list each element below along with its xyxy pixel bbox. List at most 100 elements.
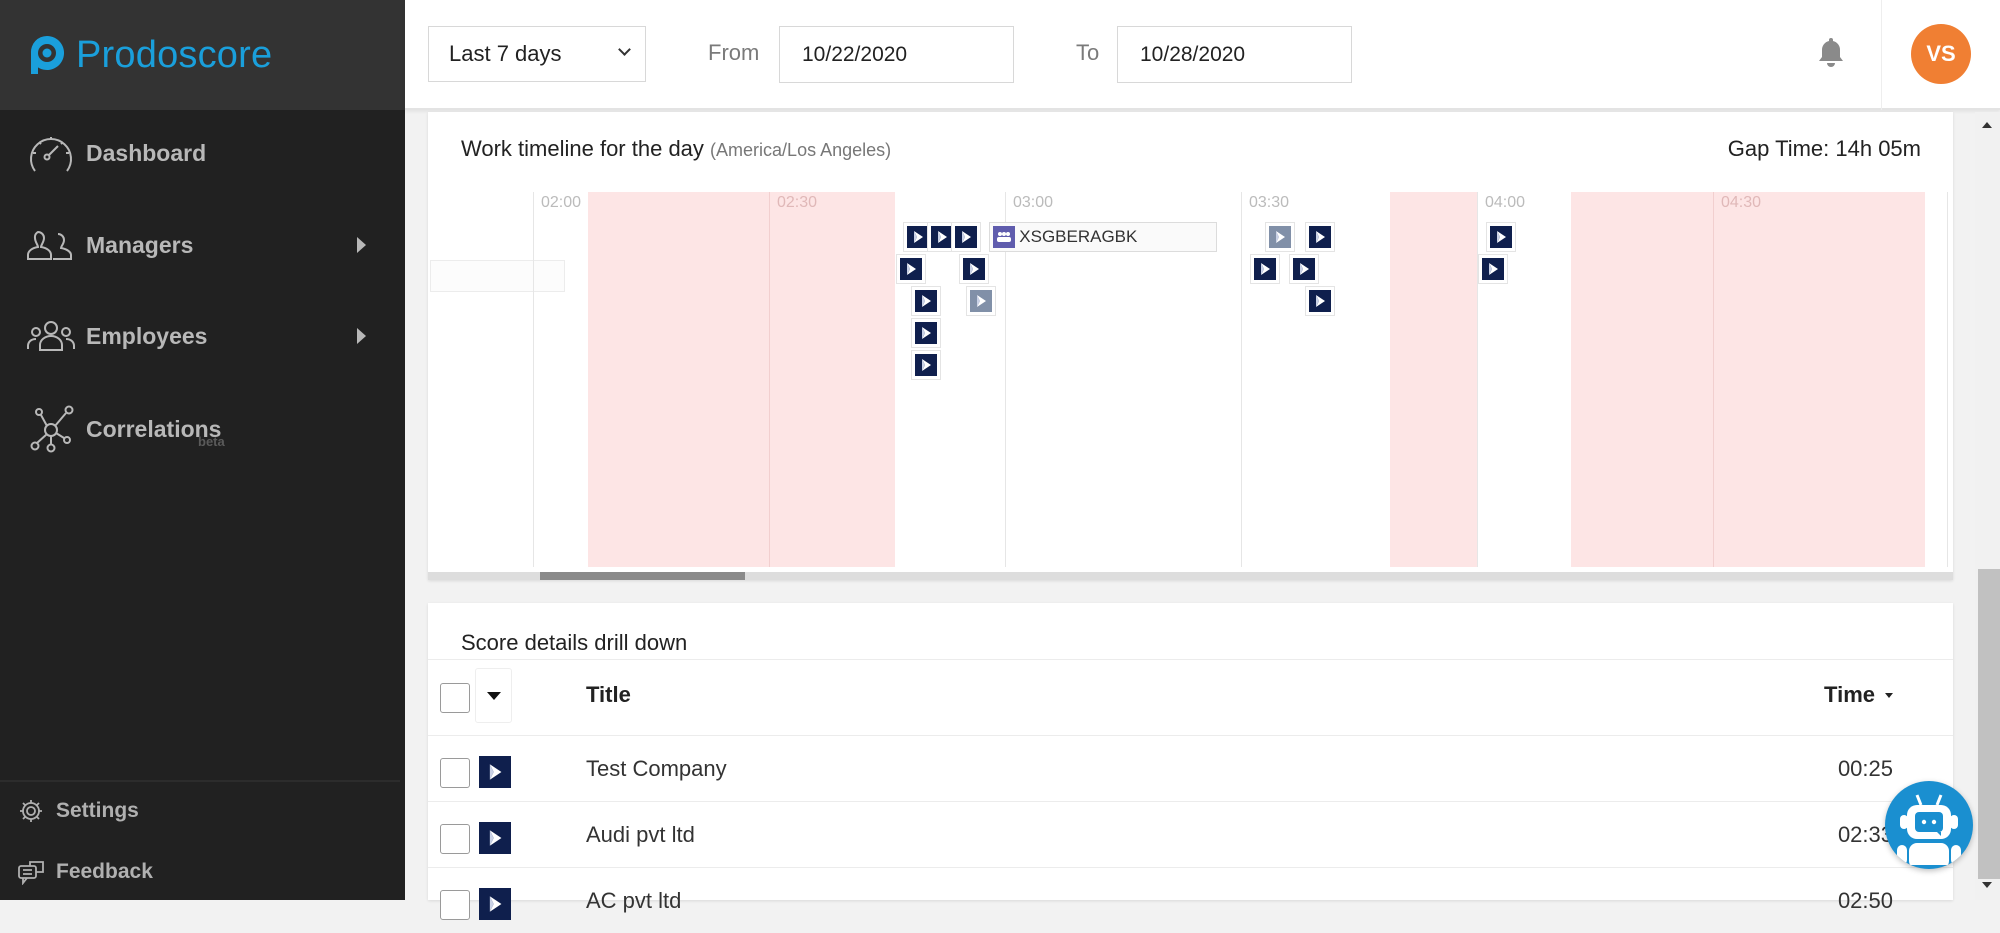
timeline-event[interactable] xyxy=(1249,254,1280,284)
date-range-select[interactable]: Last 7 days xyxy=(428,26,646,82)
to-label: To xyxy=(1076,40,1100,65)
dynamics-icon xyxy=(479,888,511,920)
score-details-card: Score details drill down Title Time Test… xyxy=(428,603,1953,920)
page-scroll-thumb[interactable] xyxy=(1978,569,2000,879)
timeline-event[interactable] xyxy=(1304,222,1335,252)
timeline-event[interactable] xyxy=(1265,222,1296,252)
brand-name: Prodoscore xyxy=(76,33,273,76)
sort-caret-icon xyxy=(1885,692,1893,698)
row-title: Test Company xyxy=(586,756,727,781)
date-range-value: Last 7 days xyxy=(449,41,562,66)
timezone-label: (America/Los Angeles) xyxy=(710,140,892,160)
sidebar-item-label: Feedback xyxy=(56,860,153,883)
dynamics-icon xyxy=(962,258,985,280)
sidebar-item-label: Dashboard xyxy=(86,139,207,166)
to-date-input[interactable] xyxy=(1117,26,1352,83)
timeline-event[interactable] xyxy=(1477,254,1508,284)
beta-badge: beta xyxy=(198,434,225,449)
table-row[interactable]: AC pvt ltd 02:50 xyxy=(428,867,1953,933)
timeline-gridline xyxy=(1713,192,1714,567)
timeline-meeting-label: XSGBERAGBK xyxy=(1019,227,1138,246)
timeline-title-text: Work timeline for the day xyxy=(461,136,704,161)
row-checkbox[interactable] xyxy=(440,758,470,788)
timeline-horizontal-scrollbar[interactable] xyxy=(428,572,1953,580)
score-details-title: Score details drill down xyxy=(461,630,688,655)
header-divider xyxy=(1881,0,1882,110)
from-date-input[interactable] xyxy=(779,26,1014,83)
timeline-event[interactable] xyxy=(895,254,926,284)
timeline-event[interactable] xyxy=(950,222,981,252)
sidebar-item-settings[interactable]: Settings xyxy=(16,796,139,826)
timeline-tick-label: 02:00 xyxy=(541,194,582,211)
row-checkbox[interactable] xyxy=(440,890,470,920)
dynamics-icon xyxy=(899,258,922,280)
chatbot-button[interactable] xyxy=(1885,781,1973,869)
dynamics-icon xyxy=(954,226,977,248)
sidebar-item-label: Employees xyxy=(86,322,208,349)
scroll-down-arrow-icon[interactable] xyxy=(1982,882,1992,888)
sidebar-item-feedback[interactable]: Feedback xyxy=(16,857,153,887)
speedometer-icon xyxy=(26,128,76,178)
sidebar-item-label: Settings xyxy=(56,799,139,822)
brand[interactable]: Prodoscore xyxy=(0,0,405,110)
table-row[interactable]: Audi pvt ltd 02:33 xyxy=(428,801,1953,867)
chat-bubbles-icon xyxy=(16,857,46,887)
timeline-event[interactable] xyxy=(1304,286,1335,316)
user-avatar[interactable]: VS xyxy=(1911,24,1971,84)
dynamics-icon xyxy=(915,322,938,344)
timeline-meeting-event[interactable]: XSGBERAGBK xyxy=(989,222,1218,252)
timeline-area[interactable]: 02:00 02:30 03:00 03:30 04:00 04:30 XSGBERAGBK xyxy=(428,192,1953,572)
sidebar-item-correlations[interactable]: Correlations beta xyxy=(26,404,366,454)
timeline-title: Work timeline for the day (America/Los A… xyxy=(461,136,891,162)
timeline-right-boundary xyxy=(1947,192,1948,567)
dynamics-icon xyxy=(1308,226,1331,248)
column-header-title[interactable]: Title xyxy=(586,682,631,708)
timeline-event[interactable] xyxy=(1288,254,1319,284)
row-title: Audi pvt ltd xyxy=(586,822,695,847)
timeline-event[interactable] xyxy=(1485,222,1516,252)
dynamics-icon xyxy=(1489,226,1512,248)
row-time: 02:50 xyxy=(1837,888,1893,913)
sidebar-item-managers[interactable]: Managers xyxy=(26,220,366,270)
timeline-tick-label: 04:00 xyxy=(1485,194,1526,211)
timeline-scroll-thumb[interactable] xyxy=(540,572,745,580)
bulk-select-dropdown[interactable] xyxy=(475,668,512,723)
timeline-tick-label: 03:00 xyxy=(1013,194,1054,211)
timeline-gridline xyxy=(1241,192,1242,567)
timeline-row-label-stub xyxy=(430,260,565,292)
timeline-event[interactable] xyxy=(911,350,942,380)
sidebar-item-employees[interactable]: Employees xyxy=(26,311,366,361)
gap-region xyxy=(1390,192,1477,567)
dynamics-icon xyxy=(479,822,511,854)
row-checkbox[interactable] xyxy=(440,824,470,854)
dynamics-icon xyxy=(1308,290,1331,312)
dynamics-icon xyxy=(479,756,511,788)
dynamics-icon xyxy=(915,354,938,376)
gap-region xyxy=(588,192,895,567)
table-header-row: Title Time xyxy=(428,659,1953,735)
column-header-time[interactable]: Time xyxy=(1824,682,1893,708)
gear-icon xyxy=(16,796,46,826)
scroll-up-arrow-icon[interactable] xyxy=(1982,122,1992,128)
table-row[interactable]: Test Company 00:25 xyxy=(428,735,1953,801)
page-vertical-scrollbar[interactable] xyxy=(1975,112,2000,900)
sidebar-divider xyxy=(0,780,400,782)
timeline-event[interactable] xyxy=(958,254,989,284)
bell-icon[interactable] xyxy=(1817,36,1845,73)
timeline-gridline xyxy=(769,192,770,567)
chevron-right-icon xyxy=(357,328,366,344)
timeline-event[interactable] xyxy=(966,286,997,316)
sidebar-item-dashboard[interactable]: Dashboard xyxy=(26,128,366,178)
select-all-checkbox[interactable] xyxy=(440,683,470,713)
row-title: AC pvt ltd xyxy=(586,888,682,913)
dynamics-icon xyxy=(915,290,938,312)
dynamics-icon xyxy=(1253,258,1276,280)
caret-down-icon xyxy=(486,691,501,700)
dynamics-icon xyxy=(1292,258,1315,280)
work-timeline-card: Work timeline for the day (America/Los A… xyxy=(428,112,1953,580)
timeline-event[interactable] xyxy=(911,318,942,348)
chatbot-robot-icon xyxy=(1897,794,1961,865)
teams-meeting-icon xyxy=(993,226,1016,248)
dynamics-icon xyxy=(970,290,993,312)
timeline-event[interactable] xyxy=(911,286,942,316)
